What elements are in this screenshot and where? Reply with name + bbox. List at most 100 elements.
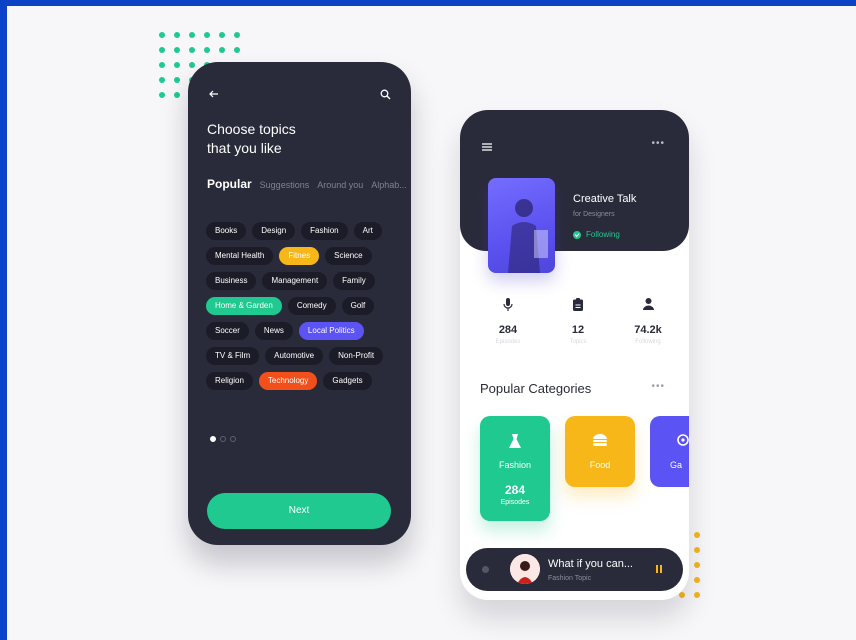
category-name: Fashion [498,460,532,470]
topic-chip[interactable]: Science [325,247,372,265]
stat-following: 74.2k Following [618,298,678,345]
topic-chip[interactable]: Local Politics [298,322,364,340]
dress-icon [480,434,550,448]
page-dot[interactable] [210,436,216,442]
topic-chip[interactable]: Technology [258,372,318,390]
episode-topic: Fashion Topic [548,575,592,582]
pause-icon[interactable] [656,565,662,573]
topic-chip[interactable]: Mental Health [206,247,274,265]
topic-chip[interactable]: Automotive [265,347,324,365]
decorative-dot [234,32,240,38]
page-title: Choose topics that you like [207,121,296,156]
topic-chip[interactable]: Fitnes [279,247,320,265]
stat-value: 284 [498,324,518,336]
topic-chip[interactable]: Non-Profit [329,347,384,365]
topic-chip[interactable]: Management [262,272,328,290]
category-count: 284 [504,483,526,497]
stat-label: Topics [569,339,587,345]
more-options-icon[interactable]: ••• [651,138,665,149]
tab-around-you[interactable]: Around you [317,180,363,190]
decorative-dot [159,47,165,53]
topic-chip[interactable]: TV & Film [206,347,260,365]
category-name: Ga [670,460,683,470]
topic-chip[interactable]: Art [353,222,382,240]
category-card-ga[interactable]: Ga [650,416,689,487]
category-card-fashion[interactable]: Fashion 284 Episodes [480,416,550,521]
category-unit: Episodes [500,499,530,506]
episode-thumbnail [510,554,540,584]
topic-chip[interactable]: News [254,322,293,340]
topic-filter-tabs: Popular Suggestions Around you Alphab... [207,177,411,191]
tab-popular[interactable]: Popular [207,177,252,191]
categories-more-icon[interactable]: ••• [651,381,665,392]
category-card-food[interactable]: Food [565,416,635,487]
person-icon [618,298,678,312]
topic-chip[interactable]: Design [252,222,296,240]
page-dot[interactable] [230,436,236,442]
decorative-dot [694,532,700,538]
page-dot[interactable] [220,436,226,442]
cast-icon[interactable] [482,566,489,573]
topic-chip[interactable]: Books [206,222,247,240]
following-label: Following [586,230,620,239]
topic-chip[interactable]: Business [206,272,257,290]
following-status[interactable]: Following [573,230,620,239]
decorative-dot [694,577,700,583]
back-arrow-icon[interactable] [209,89,219,99]
topic-chip[interactable]: Comedy [287,297,336,315]
category-carousel: Fashion 284 Episodes Food Ga [480,416,689,521]
decorative-dot [159,62,165,68]
search-icon[interactable] [380,89,391,100]
decorative-dot [159,77,165,83]
stat-value: 12 [571,324,585,336]
stat-value: 74.2k [634,324,662,336]
stat-label: Following [635,339,661,345]
chip-row: Books Design Fashion Art [206,222,402,240]
chip-row: TV & Film Automotive Non-Profit [206,347,402,365]
category-name: Food [589,460,611,470]
decorative-dot [694,562,700,568]
stat-topics: 12 Topics [548,298,608,345]
decorative-dot [174,32,180,38]
podcast-title: Creative Talk [573,193,637,205]
decorative-dot [159,32,165,38]
decorative-dot [174,92,180,98]
podcast-stats: 284 Episodes 12 Topics 74.2k Following [478,298,678,345]
categories-heading: Popular Categories [480,381,592,396]
hamburger-menu-icon[interactable] [482,138,492,156]
topic-chip[interactable]: Family [333,272,375,290]
topic-chip[interactable]: Soccer [206,322,249,340]
topic-chip[interactable]: Golf [341,297,375,315]
clipboard-icon [548,298,608,312]
decorative-dot [174,47,180,53]
decorative-dot [694,547,700,553]
decorative-dot [204,47,210,53]
screenshot-frame: Choose topics that you like Popular Sugge… [0,0,856,640]
topics-header [209,86,391,102]
decorative-dot [234,47,240,53]
topic-chip[interactable]: Fashion [301,222,348,240]
topic-chip[interactable]: Religion [206,372,253,390]
mini-player[interactable]: What if you can... Fashion Topic [466,548,683,591]
topic-chip-list: Books Design Fashion Art Mental Health Fitnes… [206,222,402,397]
topic-chip[interactable]: Gadgets [323,372,372,390]
tab-alphab[interactable]: Alphab... [371,180,407,190]
decorative-dot [679,592,685,598]
episode-title: What if you can... [548,558,633,570]
decorative-dot [174,62,180,68]
check-circle-icon [573,230,581,239]
podcast-cover-image [488,178,555,273]
decorative-dot [189,62,195,68]
chip-row: Business Management Family [206,272,402,290]
next-button[interactable]: Next [207,493,391,529]
podcast-profile-screen: ••• Creative Talk for Designers Followin… [460,110,689,600]
chip-row: Home & Garden Comedy Golf [206,297,402,315]
tab-suggestions[interactable]: Suggestions [260,180,310,190]
decorative-dot [694,592,700,598]
decorative-dot [204,32,210,38]
burger-icon [565,434,635,446]
decorative-dot [174,77,180,83]
topic-chip[interactable]: Home & Garden [206,297,282,315]
podcast-subtitle: for Designers [573,211,615,218]
page-indicator [210,436,236,442]
